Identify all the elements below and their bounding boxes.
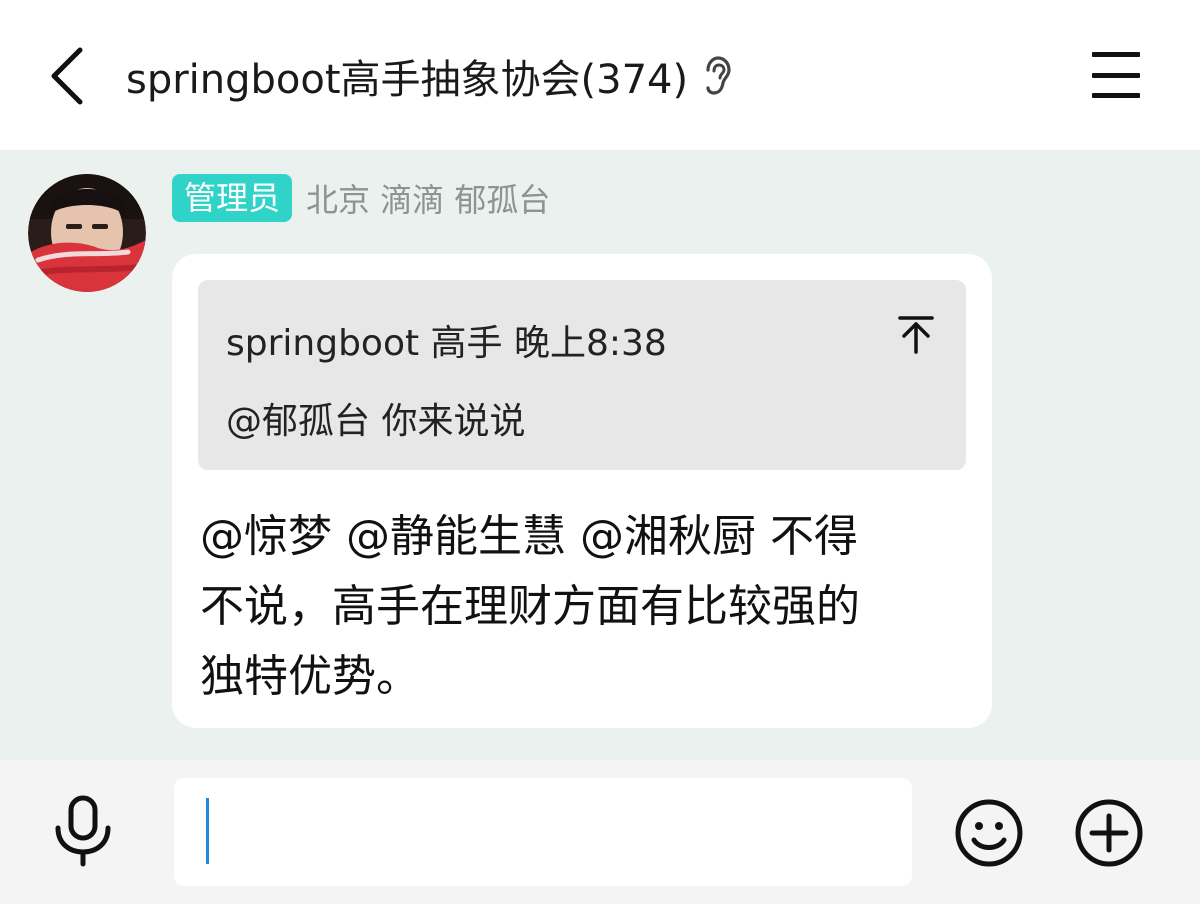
quote-header: springboot 高手 晚上8:38: [226, 323, 667, 364]
chat-screen: springboot高手抽象协会(374) 管理员 北京 滴滴 郁孤台 spri…: [0, 0, 1200, 904]
more-button[interactable]: [1074, 798, 1144, 868]
message-text: @惊梦 @静能生慧 @湘秋厨 不得 不说，高手在理财方面有比较强的 独特优势。: [200, 502, 970, 712]
sender-info: 管理员 北京 滴滴 郁孤台: [172, 174, 550, 222]
message-line: 独特优势。: [200, 651, 420, 702]
message-bubble[interactable]: springboot 高手 晚上8:38 @郁孤台 你来说说 @惊梦 @静能生慧…: [172, 254, 992, 728]
plus-icon: [1075, 799, 1143, 867]
message-line: @惊梦 @静能生慧 @湘秋厨 不得: [200, 511, 858, 562]
sender-name: 北京 滴滴 郁孤台: [306, 181, 551, 219]
voice-button[interactable]: [50, 794, 116, 868]
header-bar: springboot高手抽象协会(374): [0, 0, 1200, 150]
admin-badge: 管理员: [172, 174, 293, 222]
menu-icon: [1092, 52, 1140, 57]
menu-button[interactable]: [1086, 48, 1146, 102]
ear-icon: [702, 55, 736, 97]
microphone-icon: [55, 795, 111, 867]
emoji-icon: [955, 799, 1023, 867]
avatar[interactable]: [28, 174, 146, 292]
back-button[interactable]: [36, 40, 96, 112]
quoted-message[interactable]: springboot 高手 晚上8:38 @郁孤台 你来说说: [198, 280, 966, 470]
quote-text: @郁孤台 你来说说: [226, 401, 526, 442]
back-arrow-icon: [51, 47, 83, 105]
message-line: 不说，高手在理财方面有比较强的: [200, 581, 860, 632]
message-input[interactable]: [174, 778, 912, 886]
chat-title: springboot高手抽象协会(374): [126, 44, 736, 108]
scroll-to-top-icon[interactable]: [892, 310, 940, 358]
emoji-button[interactable]: [954, 798, 1024, 868]
text-caret: [206, 798, 209, 864]
group-name: springboot高手抽象协会(374): [126, 57, 689, 103]
message-list[interactable]: 管理员 北京 滴滴 郁孤台 springboot 高手 晚上8:38 @郁孤台 …: [0, 150, 1200, 760]
